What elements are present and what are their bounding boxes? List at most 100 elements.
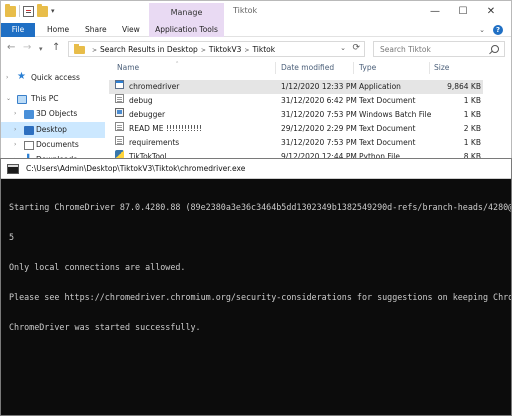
- computer-icon: [17, 95, 27, 104]
- console-line: 5: [9, 232, 15, 242]
- console-window[interactable]: C:\Users\Admin\Desktop\TiktokV3\Tiktok\c…: [0, 158, 512, 416]
- breadcrumb-item[interactable]: Tiktok: [252, 45, 275, 54]
- nav-item-label: Desktop: [36, 125, 67, 134]
- up-arrow-icon[interactable]: ↑: [52, 42, 60, 53]
- column-divider[interactable]: [429, 62, 430, 74]
- ribbon-controls: ⌄ ?: [479, 25, 503, 35]
- nav-item-label: This PC: [31, 94, 59, 103]
- batch-file-icon: [115, 108, 124, 117]
- recent-locations-chevron-icon[interactable]: ▾: [39, 45, 43, 53]
- window-title: Tiktok: [233, 6, 258, 15]
- ribbon-tabs: File Home Share View Application Tools ⌄…: [1, 23, 511, 37]
- file-size: 1 KB: [463, 96, 481, 105]
- file-date: 1/12/2020 12:33 PM: [281, 82, 357, 91]
- tab-application-tools[interactable]: Application Tools: [149, 23, 224, 37]
- quick-access-toolbar: ▾: [5, 3, 55, 17]
- file-row-read-me[interactable]: READ ME !!!!!!!!!!!! 29/12/2020 2:29 PM …: [109, 122, 483, 136]
- nav-item-desktop[interactable]: › Desktop: [1, 122, 105, 138]
- tab-home[interactable]: Home: [47, 23, 69, 37]
- expand-chevron-icon[interactable]: ›: [14, 137, 16, 153]
- breadcrumb-item[interactable]: Search Results in Desktop: [100, 45, 198, 54]
- back-arrow-icon[interactable]: ←: [7, 42, 15, 53]
- tab-manage[interactable]: Manage: [149, 3, 224, 23]
- file-type: Text Document: [359, 138, 416, 147]
- breadcrumb-separator-icon: >: [92, 47, 98, 54]
- text-file-icon: [115, 94, 124, 103]
- tab-view[interactable]: View: [122, 23, 140, 37]
- maximize-button[interactable]: ☐: [449, 3, 477, 21]
- column-header-name[interactable]: Name: [117, 61, 139, 75]
- address-bar[interactable]: > Search Results in Desktop > TiktokV3 > Tikt…: [68, 41, 365, 57]
- nav-item-documents[interactable]: › Documents: [1, 137, 105, 153]
- desktop-icon: [24, 126, 34, 135]
- nav-item-label: Documents: [36, 140, 79, 149]
- refresh-icon[interactable]: ⟳: [352, 43, 360, 53]
- sort-chevron-icon: ⌃: [175, 61, 180, 67]
- file-explorer-window: ▾ Manage Tiktok — ☐ ✕ File Home Share Vi…: [0, 0, 512, 165]
- expand-ribbon-chevron-icon[interactable]: ⌄: [479, 26, 485, 34]
- forward-arrow-icon[interactable]: →: [23, 42, 31, 53]
- properties-icon[interactable]: [23, 5, 34, 17]
- text-file-icon: [115, 136, 124, 145]
- address-dropdown-chevron-icon[interactable]: ⌄: [340, 44, 346, 52]
- file-date: 31/12/2020 7:53 PM: [281, 110, 357, 119]
- documents-icon: [24, 141, 34, 150]
- column-divider[interactable]: [353, 62, 354, 74]
- column-divider[interactable]: [275, 62, 276, 74]
- navigation-bar: ← → ▾ ↑ > Search Results in Desktop > Tikto…: [1, 38, 511, 60]
- console-line: Starting ChromeDriver 87.0.4280.88 (89e2…: [9, 202, 511, 212]
- new-folder-icon[interactable]: [37, 3, 48, 17]
- nav-item-this-pc[interactable]: ⌄ This PC: [1, 91, 105, 107]
- file-list: Name ⌃ Date modified Type Size chromedri…: [105, 61, 511, 164]
- file-name: debug: [129, 96, 153, 105]
- file-size: 1 KB: [463, 138, 481, 147]
- file-type: Text Document: [359, 96, 416, 105]
- file-size: 1 KB: [463, 110, 481, 119]
- expand-chevron-icon[interactable]: ›: [14, 122, 16, 138]
- file-date: 31/12/2020 7:53 PM: [281, 138, 357, 147]
- breadcrumb-separator-icon[interactable]: >: [201, 47, 206, 54]
- column-header-size[interactable]: Size: [434, 61, 449, 75]
- minimize-button[interactable]: —: [421, 3, 449, 21]
- search-placeholder: Search Tiktok: [380, 45, 431, 54]
- column-header-date[interactable]: Date modified: [281, 61, 334, 75]
- file-name: chromedriver: [129, 82, 180, 91]
- column-header-type[interactable]: Type: [359, 61, 376, 75]
- file-row-debug[interactable]: debug 31/12/2020 6:42 PM Text Document 1…: [109, 94, 483, 108]
- console-title: C:\Users\Admin\Desktop\TiktokV3\Tiktok\c…: [26, 164, 246, 173]
- breadcrumb-separator-icon[interactable]: >: [244, 47, 249, 54]
- close-button[interactable]: ✕: [477, 3, 505, 21]
- tab-file[interactable]: File: [1, 23, 35, 37]
- folder-icon: [74, 44, 85, 54]
- file-type: Text Document: [359, 124, 416, 133]
- file-type: Windows Batch File: [359, 110, 432, 119]
- tab-share[interactable]: Share: [85, 23, 107, 37]
- console-line: ChromeDriver was started successfully.: [9, 322, 201, 332]
- file-row-chromedriver[interactable]: chromedriver 1/12/2020 12:33 PM Applicat…: [109, 80, 483, 94]
- file-type: Application: [359, 82, 401, 91]
- expand-chevron-icon[interactable]: ›: [6, 70, 8, 86]
- file-size: 2 KB: [463, 124, 481, 133]
- file-name: requirements: [129, 138, 180, 147]
- console-output: Starting ChromeDriver 87.0.4280.88 (89e2…: [9, 182, 511, 352]
- file-name: READ ME !!!!!!!!!!!!: [129, 124, 202, 133]
- nav-item-label: Quick access: [31, 73, 80, 82]
- breadcrumb-item[interactable]: TiktokV3: [209, 45, 242, 54]
- customize-toolbar-chevron-icon[interactable]: ▾: [51, 7, 55, 15]
- search-input[interactable]: Search Tiktok: [373, 41, 505, 57]
- nav-item-3d-objects[interactable]: › 3D Objects: [1, 106, 105, 122]
- file-size: 9,864 KB: [447, 82, 481, 91]
- console-line: Only local connections are allowed.: [9, 262, 186, 272]
- nav-item-quick-access[interactable]: › ★ Quick access: [1, 70, 105, 86]
- file-row-requirements[interactable]: requirements 31/12/2020 7:53 PM Text Doc…: [109, 136, 483, 150]
- search-icon[interactable]: [491, 45, 499, 53]
- help-icon[interactable]: ?: [493, 25, 503, 35]
- text-file-icon: [115, 122, 124, 131]
- 3d-objects-icon: [24, 110, 34, 119]
- collapse-chevron-icon[interactable]: ⌄: [6, 91, 11, 107]
- console-line: Please see https://chromedriver.chromium…: [9, 292, 511, 302]
- console-title-bar[interactable]: C:\Users\Admin\Desktop\TiktokV3\Tiktok\c…: [1, 159, 511, 179]
- application-icon: [115, 80, 124, 89]
- file-row-debugger[interactable]: debugger 31/12/2020 7:53 PM Windows Batc…: [109, 108, 483, 122]
- expand-chevron-icon[interactable]: ›: [14, 106, 16, 122]
